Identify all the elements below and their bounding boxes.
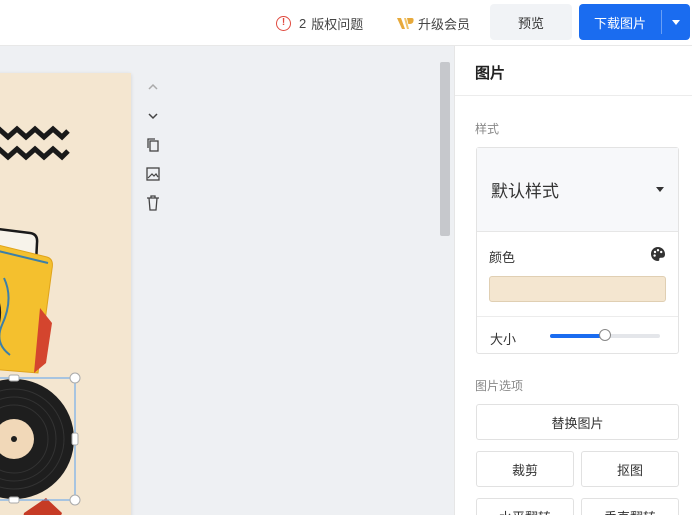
upgrade-label: 升级会员 [418, 16, 471, 32]
issues-label: 版权问题 [311, 16, 364, 32]
upgrade-vip-button[interactable]: 升级会员 [396, 13, 470, 33]
move-up-button[interactable] [144, 78, 162, 96]
size-slider-thumb[interactable] [599, 329, 611, 341]
cutout-button[interactable]: 抠图 [581, 451, 679, 487]
preview-button[interactable]: 预览 [490, 4, 572, 40]
warning-circle-icon: ! [276, 15, 291, 31]
move-down-button[interactable] [144, 107, 162, 125]
caret-down-icon [672, 19, 680, 25]
size-slider[interactable] [550, 329, 660, 341]
size-divider [477, 316, 678, 317]
top-toolbar: ! 2 版权问题 升级会员 预览 下载图片 [0, 0, 692, 46]
delete-button[interactable] [144, 194, 162, 212]
palette-icon[interactable] [650, 246, 666, 262]
vip-crown-icon [397, 18, 414, 29]
size-label: 大小 [490, 332, 517, 347]
style-select-value: 默认样式 [491, 182, 559, 201]
properties-panel: 图片 样式 默认样式 颜色 大小 图片选项 替换图片 裁剪 抠图 水平翻转 垂直… [454, 46, 692, 515]
design-artwork [0, 125, 81, 515]
flip-vertical-button[interactable]: 垂直翻转 [581, 498, 679, 515]
chevron-up-icon [148, 83, 158, 90]
crop-button[interactable]: 裁剪 [476, 451, 574, 487]
copyright-issues-button[interactable]: ! 2 版权问题 [276, 13, 363, 33]
size-slider-fill [550, 334, 605, 338]
image-icon [146, 167, 160, 181]
style-select[interactable]: 默认样式 [477, 148, 678, 232]
image-options-label: 图片选项 [475, 379, 524, 393]
chevron-down-icon [148, 113, 158, 120]
style-section-label: 样式 [475, 122, 500, 136]
download-options-dropdown[interactable] [662, 4, 690, 40]
color-swatch[interactable] [489, 276, 666, 302]
canvas-area [0, 46, 454, 515]
issues-count: 2 [299, 15, 307, 31]
download-button-group: 下载图片 [579, 4, 690, 40]
copy-icon [147, 138, 159, 152]
panel-divider [455, 95, 692, 96]
style-settings-box: 默认样式 颜色 大小 [476, 147, 679, 354]
replace-image-tool-button[interactable] [144, 165, 162, 183]
design-page[interactable] [0, 73, 131, 515]
download-image-button[interactable]: 下载图片 [579, 4, 661, 40]
panel-title: 图片 [475, 65, 506, 82]
replace-image-button[interactable]: 替换图片 [476, 404, 679, 440]
scrollbar-thumb[interactable] [440, 62, 450, 236]
color-label: 颜色 [489, 250, 516, 265]
caret-down-icon [656, 187, 664, 192]
copy-button[interactable] [144, 136, 162, 154]
canvas-scrollbar[interactable] [438, 62, 452, 515]
flip-horizontal-button[interactable]: 水平翻转 [476, 498, 574, 515]
trash-icon [147, 195, 159, 211]
element-tools [144, 78, 162, 223]
